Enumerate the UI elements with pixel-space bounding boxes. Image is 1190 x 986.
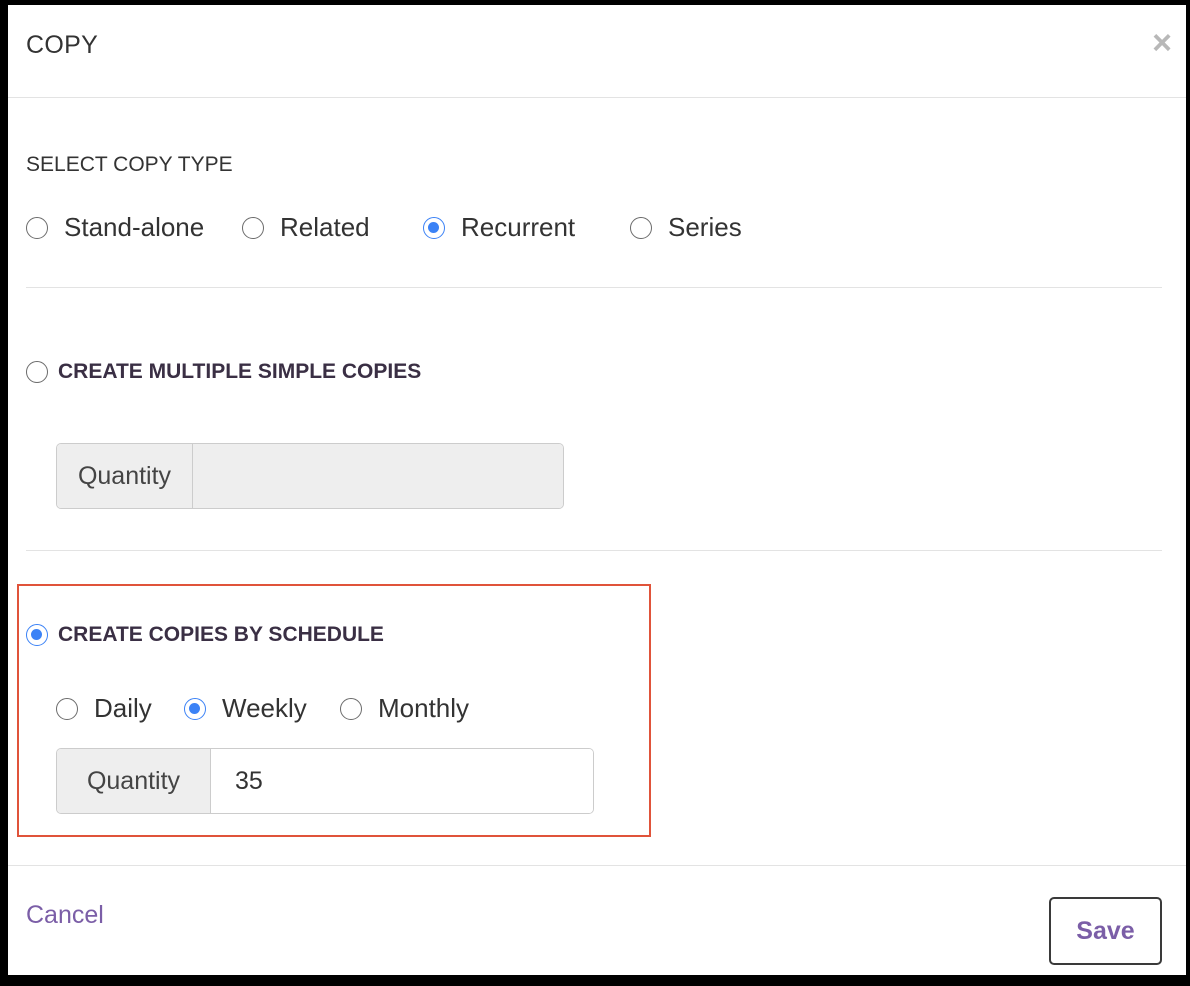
simple-copies-heading: CREATE MULTIPLE SIMPLE COPIES	[58, 360, 422, 383]
divider	[26, 287, 1162, 288]
dialog-title: COPY	[26, 31, 99, 59]
radio-related[interactable]	[242, 216, 264, 239]
schedule-quantity-group: Quantity	[56, 748, 594, 814]
copy-type-label: SELECT COPY TYPE	[26, 153, 233, 176]
copy-type-standalone[interactable]: Stand-alone	[26, 212, 204, 243]
copy-type-standalone-label: Stand-alone	[64, 212, 205, 242]
frequency-weekly[interactable]: Weekly	[184, 693, 307, 724]
cancel-link[interactable]: Cancel	[26, 901, 104, 930]
radio-recurrent[interactable]	[423, 216, 445, 239]
radio-monthly[interactable]	[340, 697, 362, 720]
frequency-daily-label: Daily	[94, 693, 152, 723]
copy-type-recurrent[interactable]: Recurrent	[423, 212, 575, 243]
divider	[26, 550, 1162, 551]
simple-quantity-group: Quantity	[56, 443, 564, 509]
dialog-header: COPY ×	[8, 5, 1186, 98]
footer-divider	[8, 865, 1186, 866]
frequency-monthly-label: Monthly	[378, 693, 470, 723]
copy-type-recurrent-label: Recurrent	[461, 212, 576, 242]
close-icon[interactable]: ×	[1152, 25, 1172, 61]
schedule-copies-heading: CREATE COPIES BY SCHEDULE	[58, 623, 384, 646]
radio-standalone[interactable]	[26, 216, 48, 239]
radio-simple-copies[interactable]	[26, 361, 48, 383]
schedule-quantity-input[interactable]	[211, 749, 593, 813]
simple-quantity-label: Quantity	[57, 444, 193, 508]
simple-copies-option[interactable]: CREATE MULTIPLE SIMPLE COPIES	[26, 360, 421, 384]
copy-type-series-label: Series	[668, 212, 742, 242]
radio-daily[interactable]	[56, 697, 78, 720]
copy-dialog: COPY × SELECT COPY TYPE Stand-alone Rela…	[8, 5, 1186, 975]
frequency-monthly[interactable]: Monthly	[340, 693, 469, 724]
schedule-quantity-label: Quantity	[57, 749, 211, 813]
radio-series[interactable]	[630, 216, 652, 239]
radio-schedule-copies[interactable]	[26, 624, 48, 646]
copy-type-related[interactable]: Related	[242, 212, 370, 243]
copy-type-related-label: Related	[280, 212, 370, 242]
copy-type-series[interactable]: Series	[630, 212, 742, 243]
save-button[interactable]: Save	[1049, 897, 1162, 965]
radio-weekly[interactable]	[184, 697, 206, 720]
schedule-copies-option[interactable]: CREATE COPIES BY SCHEDULE	[26, 623, 384, 647]
frequency-weekly-label: Weekly	[222, 693, 307, 723]
frequency-daily[interactable]: Daily	[56, 693, 152, 724]
simple-quantity-input[interactable]	[193, 444, 563, 508]
